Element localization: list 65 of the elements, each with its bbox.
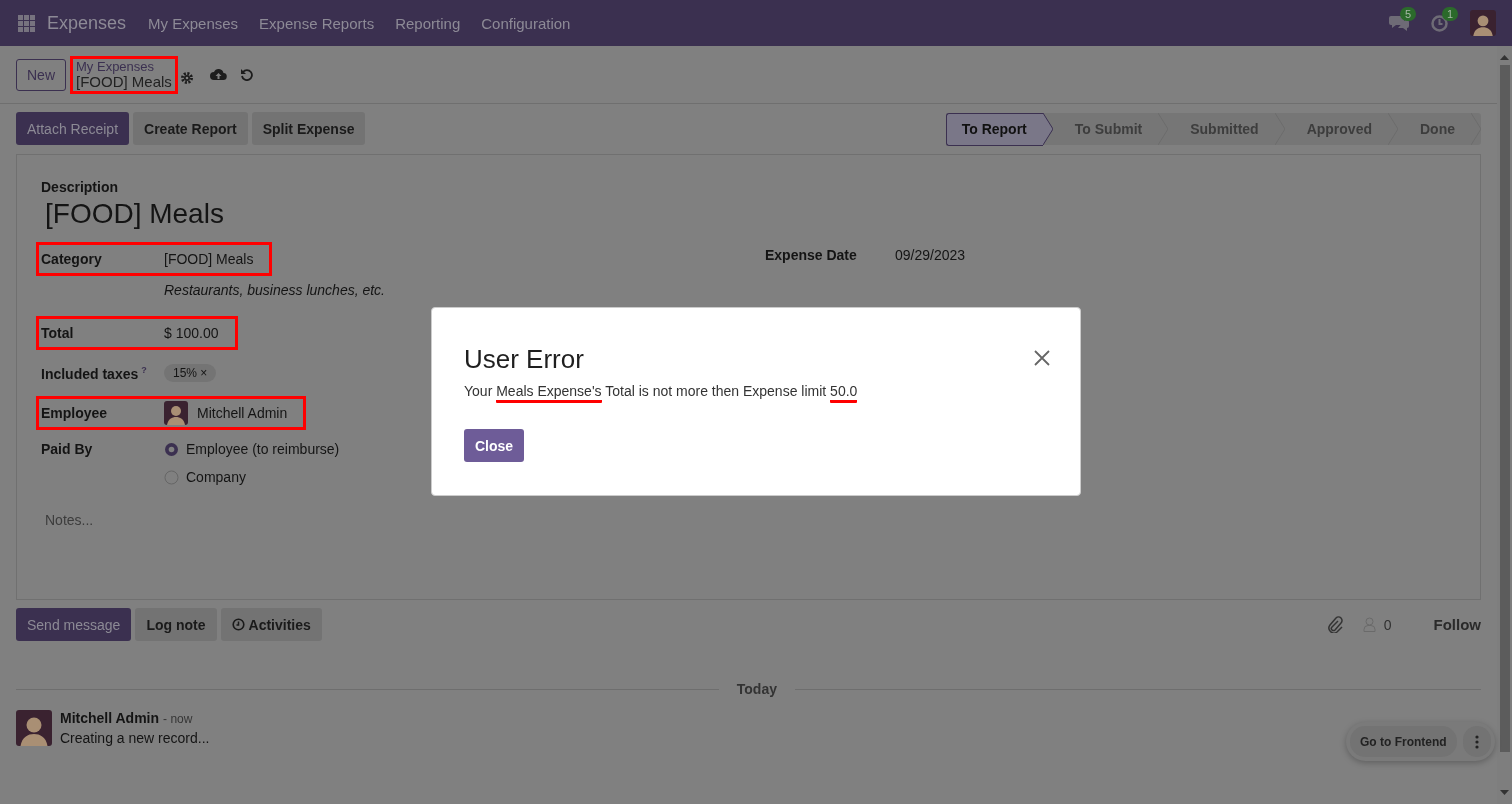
field-label: Employee	[41, 405, 109, 421]
status-step[interactable]: Done	[1398, 112, 1471, 146]
message-time: - now	[163, 712, 193, 726]
user-avatar	[1470, 10, 1496, 36]
menu-item[interactable]: My Expenses	[148, 14, 239, 32]
radio-button[interactable]	[164, 469, 179, 485]
paperclip-icon[interactable]	[1326, 616, 1343, 633]
radio-button[interactable]	[164, 441, 179, 457]
chatter-button[interactable]: Activities	[220, 608, 322, 641]
cloud-upload-icon[interactable]	[209, 68, 227, 81]
undo-icon[interactable]	[239, 68, 253, 81]
status-step[interactable]: To Submit	[1052, 112, 1159, 146]
help-tooltip[interactable]: ?	[141, 364, 147, 375]
tag[interactable]: 15% ×	[164, 364, 217, 382]
more-options-button[interactable]	[1462, 726, 1491, 757]
field-label: Category	[41, 251, 103, 267]
scroll-down-arrow-icon[interactable]	[1500, 788, 1509, 796]
notes-field[interactable]: Notes...	[45, 512, 1456, 528]
dialog-title: User Error	[464, 344, 584, 375]
breadcrumb-link[interactable]: My Expenses	[76, 59, 172, 73]
close-button[interactable]: Close	[464, 429, 525, 462]
scroll-up-arrow-icon[interactable]	[1500, 54, 1509, 62]
author-avatar	[16, 710, 52, 746]
settings-icon[interactable]	[179, 70, 194, 85]
menu-item[interactable]: Expense Reports	[259, 14, 375, 32]
field-label: Description	[41, 179, 119, 195]
date-separator: Today	[736, 681, 777, 697]
app-name[interactable]: Expenses	[47, 12, 127, 34]
field-value[interactable]: $ 100.00	[164, 325, 219, 341]
help-text: Restaurants, business lunches, etc.	[164, 282, 386, 298]
status-step[interactable]: Approved	[1284, 112, 1388, 146]
kebab-menu-icon	[1474, 734, 1479, 749]
menu-item[interactable]: Reporting	[395, 14, 461, 32]
scrollbar-thumb[interactable]	[1499, 65, 1510, 752]
new-button[interactable]: New	[16, 58, 66, 91]
clock-icon[interactable]	[1431, 14, 1448, 32]
field-value[interactable]: [FOOD] Meals	[164, 251, 254, 267]
field-label: Expense Date	[765, 247, 858, 263]
field-value[interactable]: 09/29/2023	[895, 247, 966, 263]
action-button[interactable]: Split Expense	[251, 112, 366, 145]
description-value[interactable]: [FOOD] Meals	[45, 198, 1456, 230]
follower-count: 0	[1383, 616, 1392, 633]
status-step[interactable]: Submitted	[1168, 112, 1275, 146]
chatter-button[interactable]: Log note	[135, 608, 217, 641]
go-to-frontend-button[interactable]: Go to Frontend	[1350, 726, 1457, 757]
notification-badge: 5	[1400, 7, 1417, 21]
field-label: Paid By	[41, 441, 94, 457]
menu-item[interactable]: Configuration	[481, 14, 571, 32]
app-grid-icon[interactable]	[18, 14, 35, 32]
notification-badge: 1	[1442, 6, 1459, 21]
close-icon[interactable]	[1034, 350, 1050, 366]
action-button[interactable]: Create Report	[133, 112, 248, 145]
radio-label: Company	[186, 469, 246, 485]
field-label: Included taxes $^{?}$	[41, 364, 148, 382]
field-value[interactable]: Mitchell Admin	[197, 405, 288, 421]
chatter-button[interactable]: Send message	[16, 608, 132, 641]
action-button[interactable]: Attach Receipt	[16, 112, 130, 145]
follow-button[interactable]: Follow	[1433, 616, 1481, 633]
message-author[interactable]: Mitchell Admin	[60, 710, 160, 726]
chevron-separator	[1042, 112, 1053, 145]
field-label: Total	[41, 325, 75, 341]
radio-label: Employee (to reimburse)	[186, 441, 340, 457]
message-body: Creating a new record...	[60, 730, 210, 746]
clock-icon	[231, 618, 245, 631]
employee-avatar	[164, 401, 188, 425]
